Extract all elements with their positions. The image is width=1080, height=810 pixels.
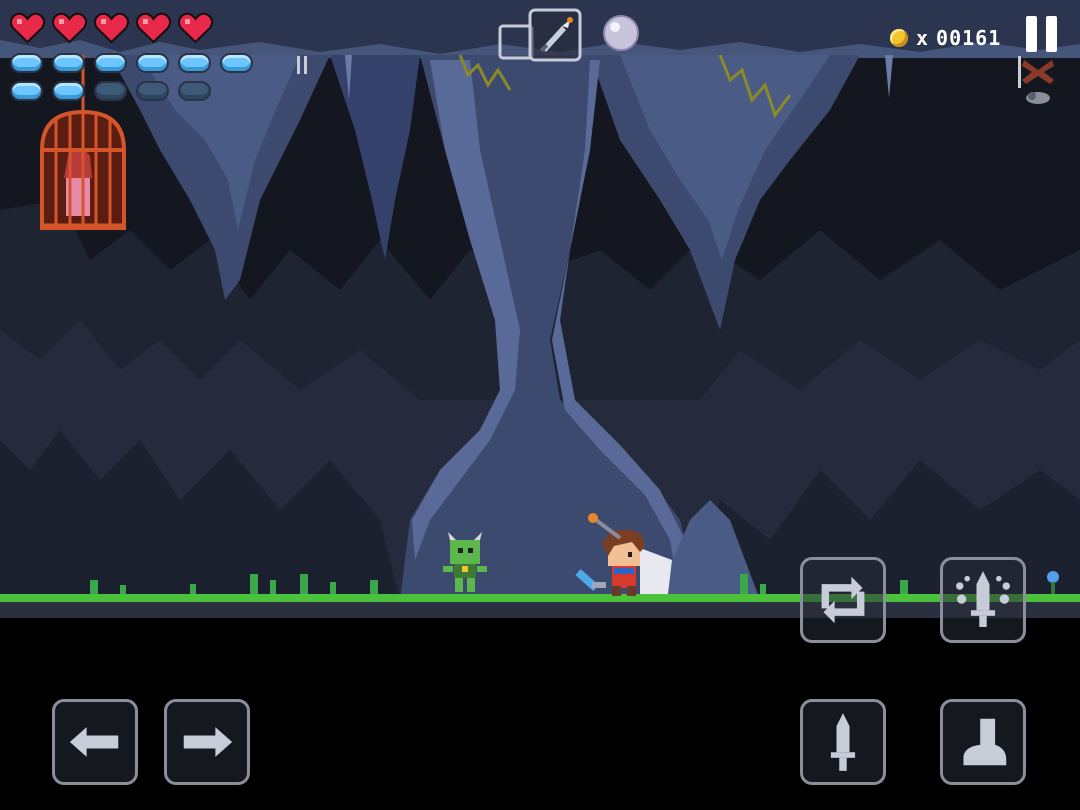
pause-icon bbox=[1026, 16, 1037, 52]
heart-full-icon bbox=[136, 12, 171, 44]
mana-pip-full bbox=[220, 53, 253, 73]
arrow-right-icon bbox=[183, 727, 233, 757]
magic-orb-icon[interactable] bbox=[602, 14, 640, 52]
jump-button[interactable] bbox=[940, 699, 1026, 785]
mana-pip-full bbox=[10, 53, 43, 73]
mana-pip-full bbox=[52, 81, 85, 101]
coin-icon bbox=[890, 29, 908, 47]
arrow-left-icon bbox=[69, 727, 119, 757]
attack-button[interactable] bbox=[800, 699, 886, 785]
mana-pip-empty bbox=[136, 81, 169, 101]
swap-icon bbox=[821, 576, 865, 624]
magic-sword-icon bbox=[956, 571, 1010, 627]
heart-full-icon bbox=[52, 12, 87, 44]
mana-pip-full bbox=[136, 53, 169, 73]
mana-pip-empty bbox=[94, 81, 127, 101]
mana-pip-empty bbox=[178, 81, 211, 101]
magic-attack-button[interactable] bbox=[940, 557, 1026, 643]
health-hearts bbox=[10, 12, 213, 44]
mana-pip-full bbox=[94, 53, 127, 73]
game-scene bbox=[0, 0, 1080, 810]
mana-pip-full bbox=[10, 81, 43, 101]
heart-full-icon bbox=[10, 12, 45, 44]
coin-counter: x 00161 bbox=[890, 26, 1001, 50]
coin-count: 00161 bbox=[936, 26, 1002, 50]
ground-rock-strip bbox=[0, 600, 1080, 618]
sword-icon[interactable] bbox=[528, 8, 582, 62]
heart-full-icon bbox=[178, 12, 213, 44]
boot-icon bbox=[963, 718, 1007, 766]
heart-full-icon bbox=[94, 12, 129, 44]
map-icon[interactable] bbox=[1018, 56, 1060, 108]
mana-pip-full bbox=[52, 53, 85, 73]
mana-row-1 bbox=[10, 53, 253, 73]
grass-strip bbox=[0, 594, 1080, 602]
pause-button[interactable] bbox=[1026, 16, 1060, 52]
coin-multiplier: x bbox=[916, 26, 929, 50]
hanging-cage bbox=[40, 109, 126, 230]
move-right-button[interactable] bbox=[164, 699, 250, 785]
sword-icon bbox=[830, 713, 856, 771]
mana-row-2 bbox=[10, 81, 211, 101]
swap-button[interactable] bbox=[800, 557, 886, 643]
mana-pip-full bbox=[178, 53, 211, 73]
health-divider-icon bbox=[297, 56, 307, 74]
ground bbox=[0, 600, 1080, 810]
move-left-button[interactable] bbox=[52, 699, 138, 785]
